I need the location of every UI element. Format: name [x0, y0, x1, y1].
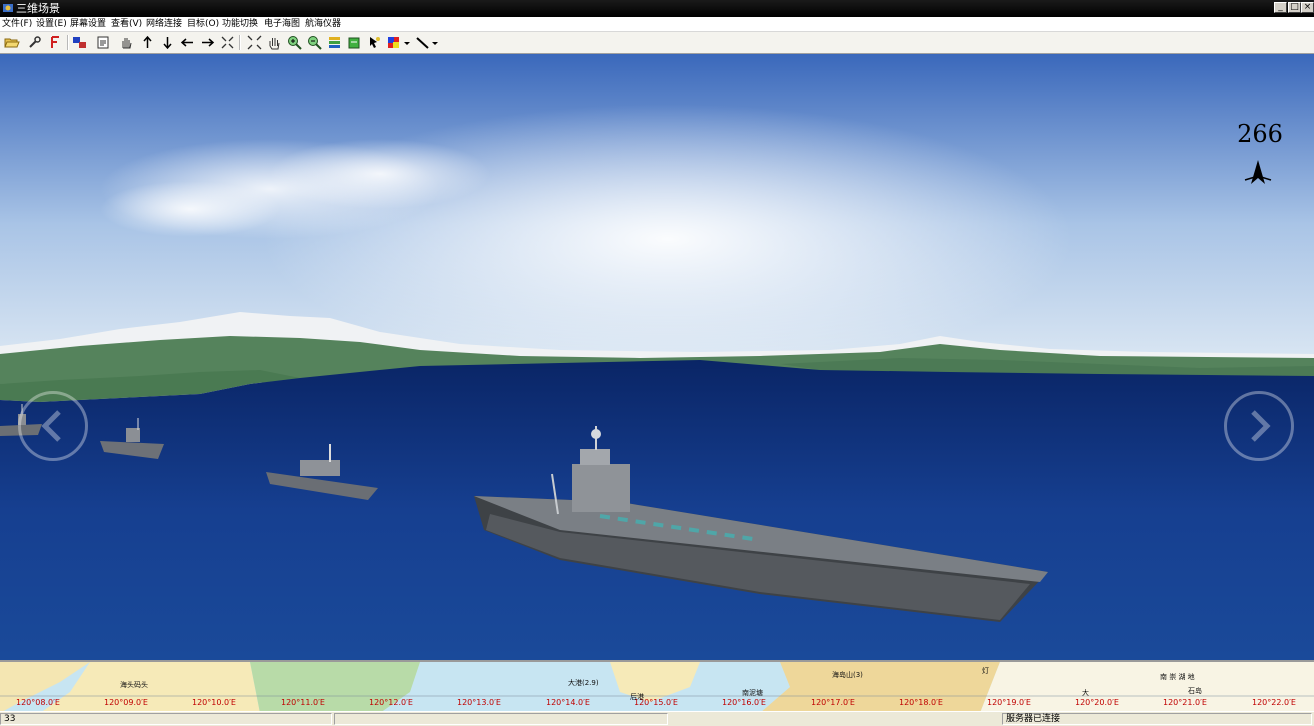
lon-label: 120°16.0′E	[722, 698, 766, 707]
wrench-icon[interactable]	[26, 34, 43, 51]
lon-label: 120°10.0′E	[192, 698, 236, 707]
heading-readout: 266	[1237, 120, 1283, 148]
screens-icon[interactable]	[71, 34, 88, 51]
menu-screen[interactable]: 屏幕设置	[70, 18, 106, 30]
ruler-dropdown-icon[interactable]	[431, 34, 439, 51]
menu-target[interactable]: 目标(O)	[187, 18, 219, 30]
zoom-out-icon[interactable]	[306, 34, 323, 51]
lon-label: 120°14.0′E	[546, 698, 590, 707]
chart-place-label: 石岛	[1188, 687, 1202, 695]
north-arrow-icon	[1244, 160, 1272, 184]
open-folder-icon[interactable]	[3, 34, 20, 51]
title-bar: 三维场景 _ □ ×	[0, 0, 1314, 17]
close-icon[interactable]: ×	[1301, 2, 1314, 13]
menu-bar: 文件(F) 设置(E) 屏幕设置 查看(V) 网络连接 目标(O) 功能切换 电…	[0, 17, 1314, 32]
font-f-icon[interactable]	[47, 34, 64, 51]
lon-label: 120°08.0′E	[16, 698, 60, 707]
status-pane-right: 服务器已连接	[1002, 713, 1312, 725]
lon-label: 120°21.0′E	[1163, 698, 1207, 707]
arrow-left-icon[interactable]	[179, 34, 196, 51]
lon-label: 120°12.0′E	[369, 698, 413, 707]
ruler-line-icon[interactable]	[414, 34, 431, 51]
lon-label: 120°09.0′E	[104, 698, 148, 707]
minimize-icon[interactable]: _	[1274, 2, 1287, 13]
menu-instrument[interactable]: 航海仪器	[305, 18, 341, 30]
lon-label: 120°13.0′E	[457, 698, 501, 707]
status-pane-middle	[334, 713, 668, 725]
menu-file[interactable]: 文件(F)	[2, 18, 32, 30]
lon-label: 120°20.0′E	[1075, 698, 1119, 707]
arrow-up-icon[interactable]	[139, 34, 156, 51]
app-icon	[3, 4, 13, 12]
menu-e-chart[interactable]: 电子海图	[264, 18, 300, 30]
hand-pan-icon[interactable]	[118, 34, 135, 51]
chevron-right-icon[interactable]	[1224, 391, 1294, 461]
layers-icon[interactable]	[326, 34, 343, 51]
electronic-chart-strip[interactable]: 120°08.0′E 120°09.0′E 120°10.0′E 120°11.…	[0, 660, 1314, 713]
toolbar-separator	[239, 35, 241, 50]
lon-label: 120°22.0′E	[1252, 698, 1296, 707]
palette-dropdown-icon[interactable]	[403, 34, 411, 51]
save-icon[interactable]	[95, 34, 112, 51]
color-palette-icon[interactable]	[386, 34, 403, 51]
expand-icon[interactable]	[246, 34, 263, 51]
lon-label: 120°19.0′E	[987, 698, 1031, 707]
menu-network[interactable]: 网络连接	[146, 18, 182, 30]
chart-place-label: 后港	[630, 693, 644, 701]
chart-place-label: 海头码头	[120, 681, 148, 689]
maximize-icon[interactable]: □	[1288, 2, 1301, 13]
scene-render	[0, 54, 1314, 660]
status-bar: 33 服务器已连接	[0, 711, 1314, 726]
menu-function[interactable]: 功能切换	[222, 18, 258, 30]
cursor-target-icon[interactable]	[366, 34, 383, 51]
menu-settings[interactable]: 设置(E)	[36, 18, 67, 30]
scene-viewport[interactable]: 266	[0, 54, 1314, 660]
green-box-icon[interactable]	[346, 34, 363, 51]
chart-place-label: 大	[1082, 689, 1089, 697]
chevron-left-icon[interactable]	[18, 391, 88, 461]
chart-place-label: 灯	[982, 667, 989, 675]
lon-label: 120°18.0′E	[899, 698, 943, 707]
chart-place-label: 大港(2.9)	[568, 679, 599, 687]
lon-label: 120°17.0′E	[811, 698, 855, 707]
arrow-down-icon[interactable]	[159, 34, 176, 51]
window-title: 三维场景	[16, 2, 60, 15]
hand-grab-icon[interactable]	[266, 34, 283, 51]
toolbar-separator	[67, 35, 69, 50]
lon-label: 120°11.0′E	[281, 698, 325, 707]
menu-view[interactable]: 查看(V)	[111, 18, 142, 30]
zoom-in-icon[interactable]	[286, 34, 303, 51]
collapse-icon[interactable]	[219, 34, 236, 51]
toolbar	[0, 32, 1314, 54]
chart-place-label: 南泥塘	[742, 689, 763, 697]
chart-place-label: 海岛山(3)	[832, 671, 863, 679]
status-pane-left: 33	[0, 713, 332, 725]
chart-place-label: 南 崇 湖 地	[1160, 673, 1195, 681]
arrow-right-icon[interactable]	[199, 34, 216, 51]
